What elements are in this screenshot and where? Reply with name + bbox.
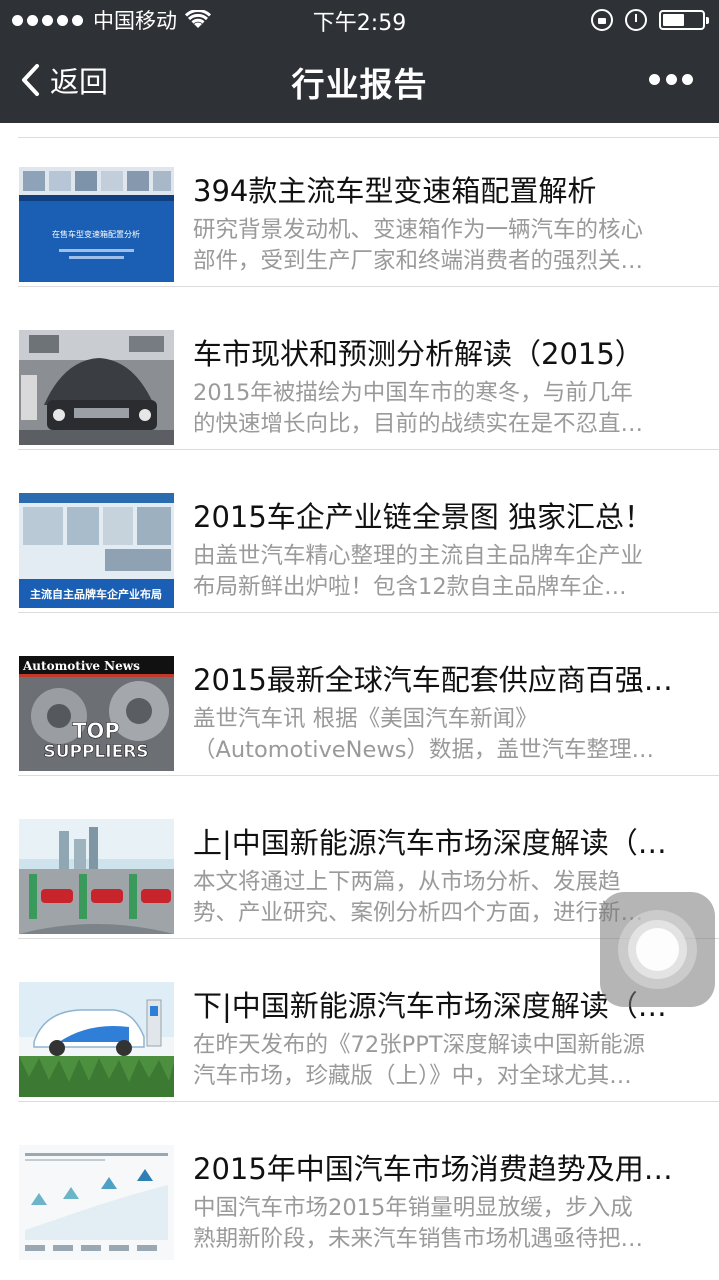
article-title: 2015车企产业链全景图 独家汇总！ xyxy=(193,500,654,534)
more-dot xyxy=(665,73,677,85)
nav-bar: 返回 行业报告 xyxy=(0,40,719,123)
back-button[interactable]: 返回 xyxy=(20,60,108,100)
article-summary: 研究背景发动机、变速箱作为一辆汽车的核心 部件，受到生产厂家和终端消费者的强烈关… xyxy=(193,215,691,277)
more-dot xyxy=(649,73,660,85)
summary-line: 中国汽车市场2015年销量明显放缓，步入成 xyxy=(193,1195,633,1221)
thumb-caption: SUPPLIERS xyxy=(43,742,148,762)
article-title: 394款主流车型变速箱配置解析 xyxy=(193,174,597,208)
alarm-icon xyxy=(625,9,647,31)
summary-line: 熟期新阶段，未来汽车销售市场机遇亟待把… xyxy=(193,1226,644,1252)
summary-line: 的快速增长向比，目前的战绩实在是不忍直… xyxy=(193,411,644,437)
article-thumbnail: 在售车型变速箱配置分析 xyxy=(19,167,174,282)
article-item[interactable]: 车市现状和预测分析解读（2015） 2015年被描绘为中国车市的寒冬，与前几年 … xyxy=(0,286,719,450)
article-thumbnail: 主流自主品牌车企产业布局 xyxy=(19,493,174,608)
thumb-caption: TOP xyxy=(72,719,120,743)
article-item[interactable]: 2015年中国汽车市场消费趋势及用… 中国汽车市场2015年销量明显放缓，步入成… xyxy=(0,1101,719,1264)
assistive-touch-button[interactable] xyxy=(600,892,715,1007)
summary-line: 研究背景发动机、变速箱作为一辆汽车的核心 xyxy=(193,217,644,243)
article-summary: 盖世汽车讯 根据《美国汽车新闻》 （AutomotiveNews）数据，盖世汽车… xyxy=(193,704,691,766)
article-thumbnail xyxy=(19,819,174,934)
rotation-lock-icon xyxy=(591,9,613,31)
article-summary: 2015年被描绘为中国车市的寒冬，与前几年 的快速增长向比，目前的战绩实在是不忍… xyxy=(193,378,691,440)
article-item[interactable]: Automotive News TOP SUPPLIERS 2015最新全球汽车… xyxy=(0,612,719,776)
article-title: 2015最新全球汽车配套供应商百强… xyxy=(193,663,673,697)
summary-line: 2015年被描绘为中国车市的寒冬，与前几年 xyxy=(193,380,633,406)
status-bar: 中国移动 下午2:59 xyxy=(0,0,719,40)
summary-line: 盖世汽车讯 根据《美国汽车新闻》 xyxy=(193,706,538,732)
thumb-caption: 在售车型变速箱配置分析 xyxy=(52,229,140,239)
more-button[interactable] xyxy=(649,64,693,94)
summary-line: （AutomotiveNews）数据，盖世汽车整理… xyxy=(193,737,654,763)
summary-line: 部件，受到生产厂家和终端消费者的强烈关… xyxy=(193,248,644,274)
article-title: 上|中国新能源汽车市场深度解读（… xyxy=(193,826,667,860)
thumb-caption: 主流自主品牌车企产业布局 xyxy=(30,587,162,601)
article-summary: 在昨天发布的《72张PPT深度解读中国新能源 汽车市场，珍藏版（上）》中，对全球… xyxy=(193,1030,691,1092)
article-thumbnail xyxy=(19,1145,174,1260)
back-label: 返回 xyxy=(50,65,109,99)
assistive-touch-ring xyxy=(636,928,679,971)
status-right xyxy=(591,7,709,33)
battery-icon xyxy=(659,10,709,30)
article-title: 2015年中国汽车市场消费趋势及用… xyxy=(193,1152,673,1186)
article-item[interactable]: 主流自主品牌车企产业布局 2015车企产业链全景图 独家汇总！ 由盖世汽车精心整… xyxy=(0,449,719,613)
article-summary: 由盖世汽车精心整理的主流自主品牌车企产业 布局新鲜出炉啦！包含12款自主品牌车企… xyxy=(193,541,691,603)
article-title: 车市现状和预测分析解读（2015） xyxy=(193,337,644,371)
summary-line: 由盖世汽车精心整理的主流自主品牌车企产业 xyxy=(193,543,644,569)
article-thumbnail: Automotive News TOP SUPPLIERS xyxy=(19,656,174,771)
thumb-caption: Automotive News xyxy=(22,659,140,673)
battery-fill xyxy=(663,14,684,26)
summary-line: 在昨天发布的《72张PPT深度解读中国新能源 xyxy=(193,1032,646,1058)
article-thumbnail xyxy=(19,982,174,1097)
more-dot xyxy=(682,73,693,85)
article-item[interactable]: 在售车型变速箱配置分析 394款主流车型变速箱配置解析 研究背景发动机、变速箱作… xyxy=(0,123,719,287)
summary-line: 汽车市场，珍藏版（上）》中，对全球尤其… xyxy=(193,1063,632,1089)
chevron-left-icon xyxy=(22,64,39,96)
header: 中国移动 下午2:59 返回 行业报告 xyxy=(0,0,719,123)
summary-line: 布局新鲜出炉啦！包含12款自主品牌车企… xyxy=(193,574,627,600)
article-summary: 中国汽车市场2015年销量明显放缓，步入成 熟期新阶段，未来汽车销售市场机遇亟待… xyxy=(193,1193,691,1255)
article-thumbnail xyxy=(19,330,174,445)
